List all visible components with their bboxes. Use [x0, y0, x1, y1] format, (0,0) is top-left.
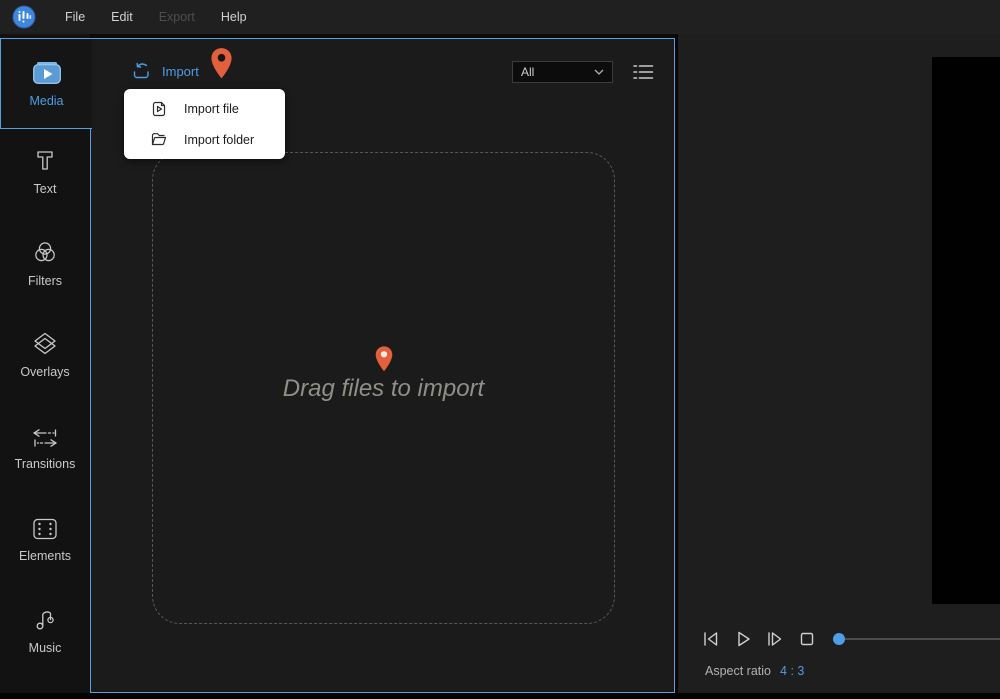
menu-help[interactable]: Help [208, 0, 260, 34]
import-button[interactable]: Import [131, 61, 199, 81]
sidebar-item-media[interactable]: Media [0, 38, 92, 129]
transitions-icon [29, 426, 61, 450]
playback-controls [700, 628, 818, 650]
aspect-ratio-label: Aspect ratio [705, 664, 771, 678]
menu-export: Export [146, 0, 208, 34]
elements-icon [30, 516, 60, 542]
seek-track[interactable] [839, 638, 1000, 640]
music-icon [31, 606, 59, 634]
import-button-label: Import [162, 64, 199, 79]
play-button[interactable] [732, 628, 754, 650]
preview-panel: Aspect ratio 4 : 3 [678, 34, 1000, 693]
menu-item-import-file[interactable]: Import file [124, 96, 285, 121]
sidebar-item-label: Filters [28, 274, 62, 288]
dropzone-label: Drag files to import [153, 375, 614, 403]
media-panel: Import All [90, 38, 675, 693]
menubar: File Edit Export Help [0, 0, 1000, 34]
location-pin-icon [210, 47, 233, 80]
seek-slider[interactable] [833, 628, 1000, 650]
stop-button[interactable] [796, 628, 818, 650]
media-icon [30, 59, 64, 87]
location-pin-icon [374, 345, 393, 373]
app-window: File Edit Export Help Media Text [0, 0, 1000, 699]
list-view-icon[interactable] [630, 61, 657, 83]
folder-icon [150, 131, 168, 148]
menu-item-label: Import folder [184, 133, 254, 147]
menu-edit[interactable]: Edit [98, 0, 146, 34]
sidebar-item-label: Media [29, 94, 63, 108]
sidebar-item-label: Elements [19, 549, 71, 563]
sidebar-item-label: Overlays [20, 365, 69, 379]
video-preview-screen [932, 57, 1000, 604]
menu-item-import-folder[interactable]: Import folder [124, 127, 285, 152]
media-filter-value: All [521, 65, 534, 79]
media-filter-select[interactable]: All [512, 61, 613, 83]
sidebar-item-transitions[interactable]: Transitions [0, 409, 90, 471]
previous-frame-button[interactable] [700, 628, 722, 650]
import-icon [131, 61, 153, 81]
sidebar-item-label: Transitions [15, 457, 76, 471]
sidebar-item-filters[interactable]: Filters [0, 226, 90, 288]
next-frame-button[interactable] [764, 628, 786, 650]
panel-divider [675, 34, 678, 693]
import-dropdown-menu: Import file Import folder [124, 89, 285, 159]
sidebar-item-label: Music [29, 641, 62, 655]
aspect-ratio-value[interactable]: 4 : 3 [780, 664, 804, 678]
app-logo-icon[interactable] [12, 5, 36, 29]
sidebar-item-label: Text [34, 182, 57, 196]
menu-file[interactable]: File [52, 0, 98, 34]
menu-item-label: Import file [184, 102, 239, 116]
sidebar-item-elements[interactable]: Elements [0, 501, 90, 563]
sidebar-item-overlays[interactable]: Overlays [0, 317, 90, 379]
seek-thumb[interactable] [833, 633, 845, 645]
overlays-icon [30, 330, 60, 358]
text-icon [31, 147, 59, 175]
sidebar-item-text[interactable]: Text [0, 134, 90, 196]
drag-drop-zone[interactable]: Drag files to import [152, 152, 615, 624]
chevron-down-icon [594, 69, 604, 75]
aspect-ratio-row: Aspect ratio 4 : 3 [705, 664, 804, 678]
sidebar-item-music[interactable]: Music [0, 593, 90, 655]
file-play-icon [150, 99, 168, 118]
filters-icon [31, 239, 59, 267]
bottom-strip [0, 693, 1000, 699]
